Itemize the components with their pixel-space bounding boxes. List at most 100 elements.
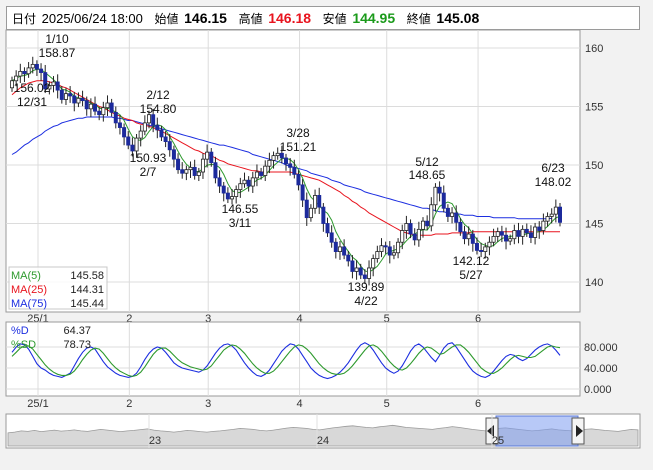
candle-body	[163, 136, 168, 142]
legend-value: 144.31	[70, 284, 104, 296]
candle-body	[138, 130, 143, 139]
bottom-x-tick: 5	[384, 398, 390, 410]
candle-body	[254, 171, 259, 179]
candle-body	[296, 173, 301, 186]
candle-body	[558, 206, 563, 223]
candle-body	[292, 166, 297, 175]
candle-body	[97, 110, 102, 116]
candle-body	[346, 254, 351, 262]
candle-body	[495, 231, 500, 237]
candle-body	[101, 107, 106, 116]
candle-body	[93, 103, 98, 112]
annotation-value: 146.55	[222, 202, 259, 216]
stoch-y-tick: 80.000	[584, 342, 618, 354]
candle-body	[242, 179, 247, 185]
candle-body	[462, 231, 467, 240]
candle-body	[159, 129, 164, 138]
candle-body	[487, 241, 492, 248]
price-y-axis: 160 155 150 145 140	[585, 43, 603, 289]
annotation-date: 1/10	[45, 32, 69, 46]
candle-body	[225, 192, 230, 200]
candle-body	[176, 158, 181, 171]
candle-body	[433, 186, 438, 206]
legend-value: 145.44	[70, 298, 104, 310]
candle-body	[142, 122, 147, 132]
legend-label: MA(25)	[11, 284, 47, 296]
candle-body	[22, 71, 27, 75]
candle-body	[122, 127, 127, 138]
candle-body	[549, 213, 554, 217]
price-y-tick: 150	[585, 160, 603, 172]
candle-body	[217, 177, 222, 187]
bottom-x-tick: 4	[296, 398, 302, 410]
stoch-y-tick: 40.000	[584, 363, 618, 375]
candle-body	[504, 234, 509, 242]
bottom-x-tick: 3	[205, 398, 211, 410]
candle-body	[221, 185, 226, 194]
candle-body	[371, 258, 376, 269]
candle-body	[483, 246, 488, 252]
candle-body	[333, 241, 338, 252]
candle-body	[450, 212, 455, 217]
candle-body	[321, 206, 326, 224]
candle-body	[238, 183, 243, 190]
candle-body	[263, 165, 268, 176]
annotation-value: 148.65	[409, 168, 446, 182]
overview-selection	[495, 415, 579, 447]
candle-body	[479, 250, 484, 252]
candle-body	[416, 228, 421, 241]
candle-body	[362, 274, 367, 279]
legend-value: 145.58	[70, 270, 104, 282]
stochastics-y-axis: 80.000 40.000 0.000	[584, 342, 618, 396]
chart-canvas: 160155150145140 25/1 2 3 4 5 6 1/10158.8712/3…	[5, 29, 641, 449]
candle-body	[39, 68, 44, 73]
stoch-legend-value: 78.73	[63, 339, 91, 351]
candle-body	[184, 169, 189, 174]
candle-body	[425, 220, 430, 227]
overview-x-tick: 25	[492, 435, 504, 447]
candle-body	[387, 246, 392, 256]
candle-body	[354, 267, 359, 272]
candle-body	[533, 226, 538, 238]
candle-body	[412, 233, 417, 241]
candle-body	[445, 207, 450, 217]
candle-body	[317, 195, 322, 208]
candle-body	[134, 137, 139, 152]
candle-body	[126, 136, 131, 146]
candle-body	[68, 93, 73, 97]
candle-body	[308, 207, 313, 219]
candle-body	[59, 89, 64, 100]
candle-body	[18, 71, 23, 77]
candle-body	[51, 81, 56, 86]
candle-body	[113, 111, 118, 124]
candle-body	[304, 199, 309, 219]
annotation-date: 6/23	[541, 161, 565, 175]
price-y-tick: 140	[585, 277, 603, 289]
candle-body	[30, 63, 35, 69]
candle-body	[528, 232, 533, 238]
candle-body	[391, 252, 396, 256]
candle-body	[205, 151, 210, 160]
candle-body	[379, 245, 384, 252]
candle-body	[396, 241, 401, 254]
candle-body	[400, 230, 405, 243]
annotation-value: 142.12	[453, 254, 490, 268]
overview-handle-right[interactable]	[571, 417, 585, 445]
candle-body	[180, 169, 185, 174]
annotation-date: 5/27	[459, 268, 483, 282]
chart-window: 日付 2025/06/24 18:00 始値 146.15 高値 146.18 …	[0, 0, 653, 470]
candle-body	[55, 81, 60, 91]
annotation-date: 4/22	[354, 294, 378, 308]
candle-body	[358, 267, 363, 276]
candle-body	[209, 151, 214, 164]
candle-body	[429, 204, 434, 227]
candle-body	[271, 155, 276, 161]
candle-body	[313, 195, 318, 209]
candle-body	[288, 163, 293, 168]
candle-body	[230, 196, 235, 200]
bottom-x-tick: 2	[126, 398, 132, 410]
price-y-tick: 160	[585, 43, 603, 55]
bottom-x-tick: 6	[475, 398, 481, 410]
overview-x-tick: 23	[149, 435, 161, 447]
annotation-value: 150.93	[130, 151, 167, 165]
